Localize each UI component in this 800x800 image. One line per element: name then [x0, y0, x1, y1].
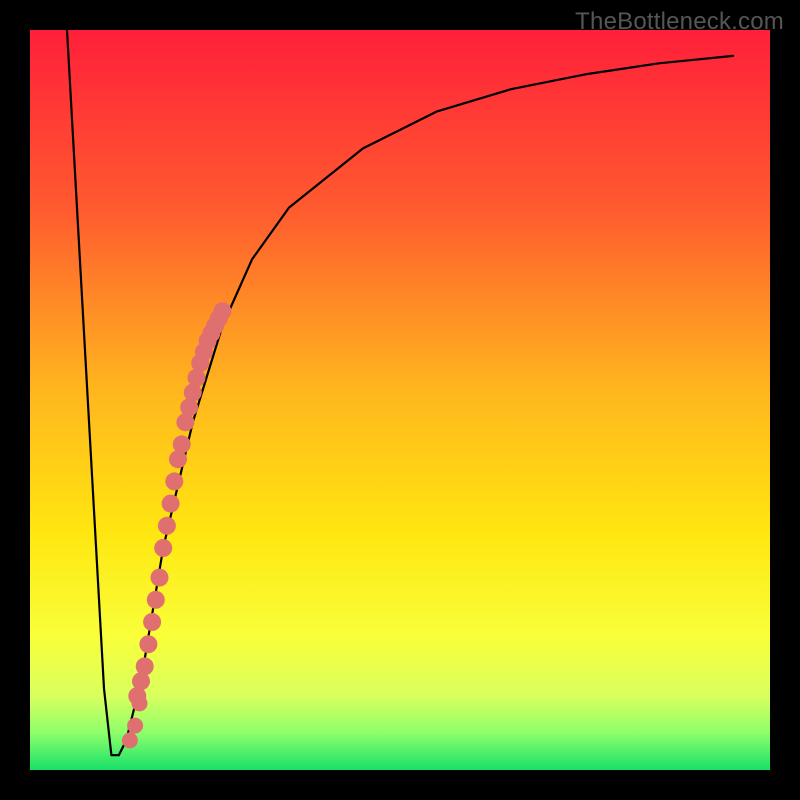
- dot: [158, 517, 176, 535]
- watermark-text: TheBottleneck.com: [575, 8, 784, 36]
- dot: [139, 635, 157, 653]
- chart-container: TheBottleneck.com: [0, 0, 800, 800]
- dot: [143, 613, 161, 631]
- dot: [154, 539, 172, 557]
- dot: [173, 435, 191, 453]
- dot: [213, 302, 231, 320]
- dot: [132, 695, 148, 711]
- dot: [165, 472, 183, 490]
- bottleneck-chart: [0, 0, 800, 800]
- dot: [127, 718, 143, 734]
- dot: [151, 569, 169, 587]
- dot: [122, 732, 138, 748]
- dot: [136, 657, 154, 675]
- dot: [162, 495, 180, 513]
- dot: [147, 591, 165, 609]
